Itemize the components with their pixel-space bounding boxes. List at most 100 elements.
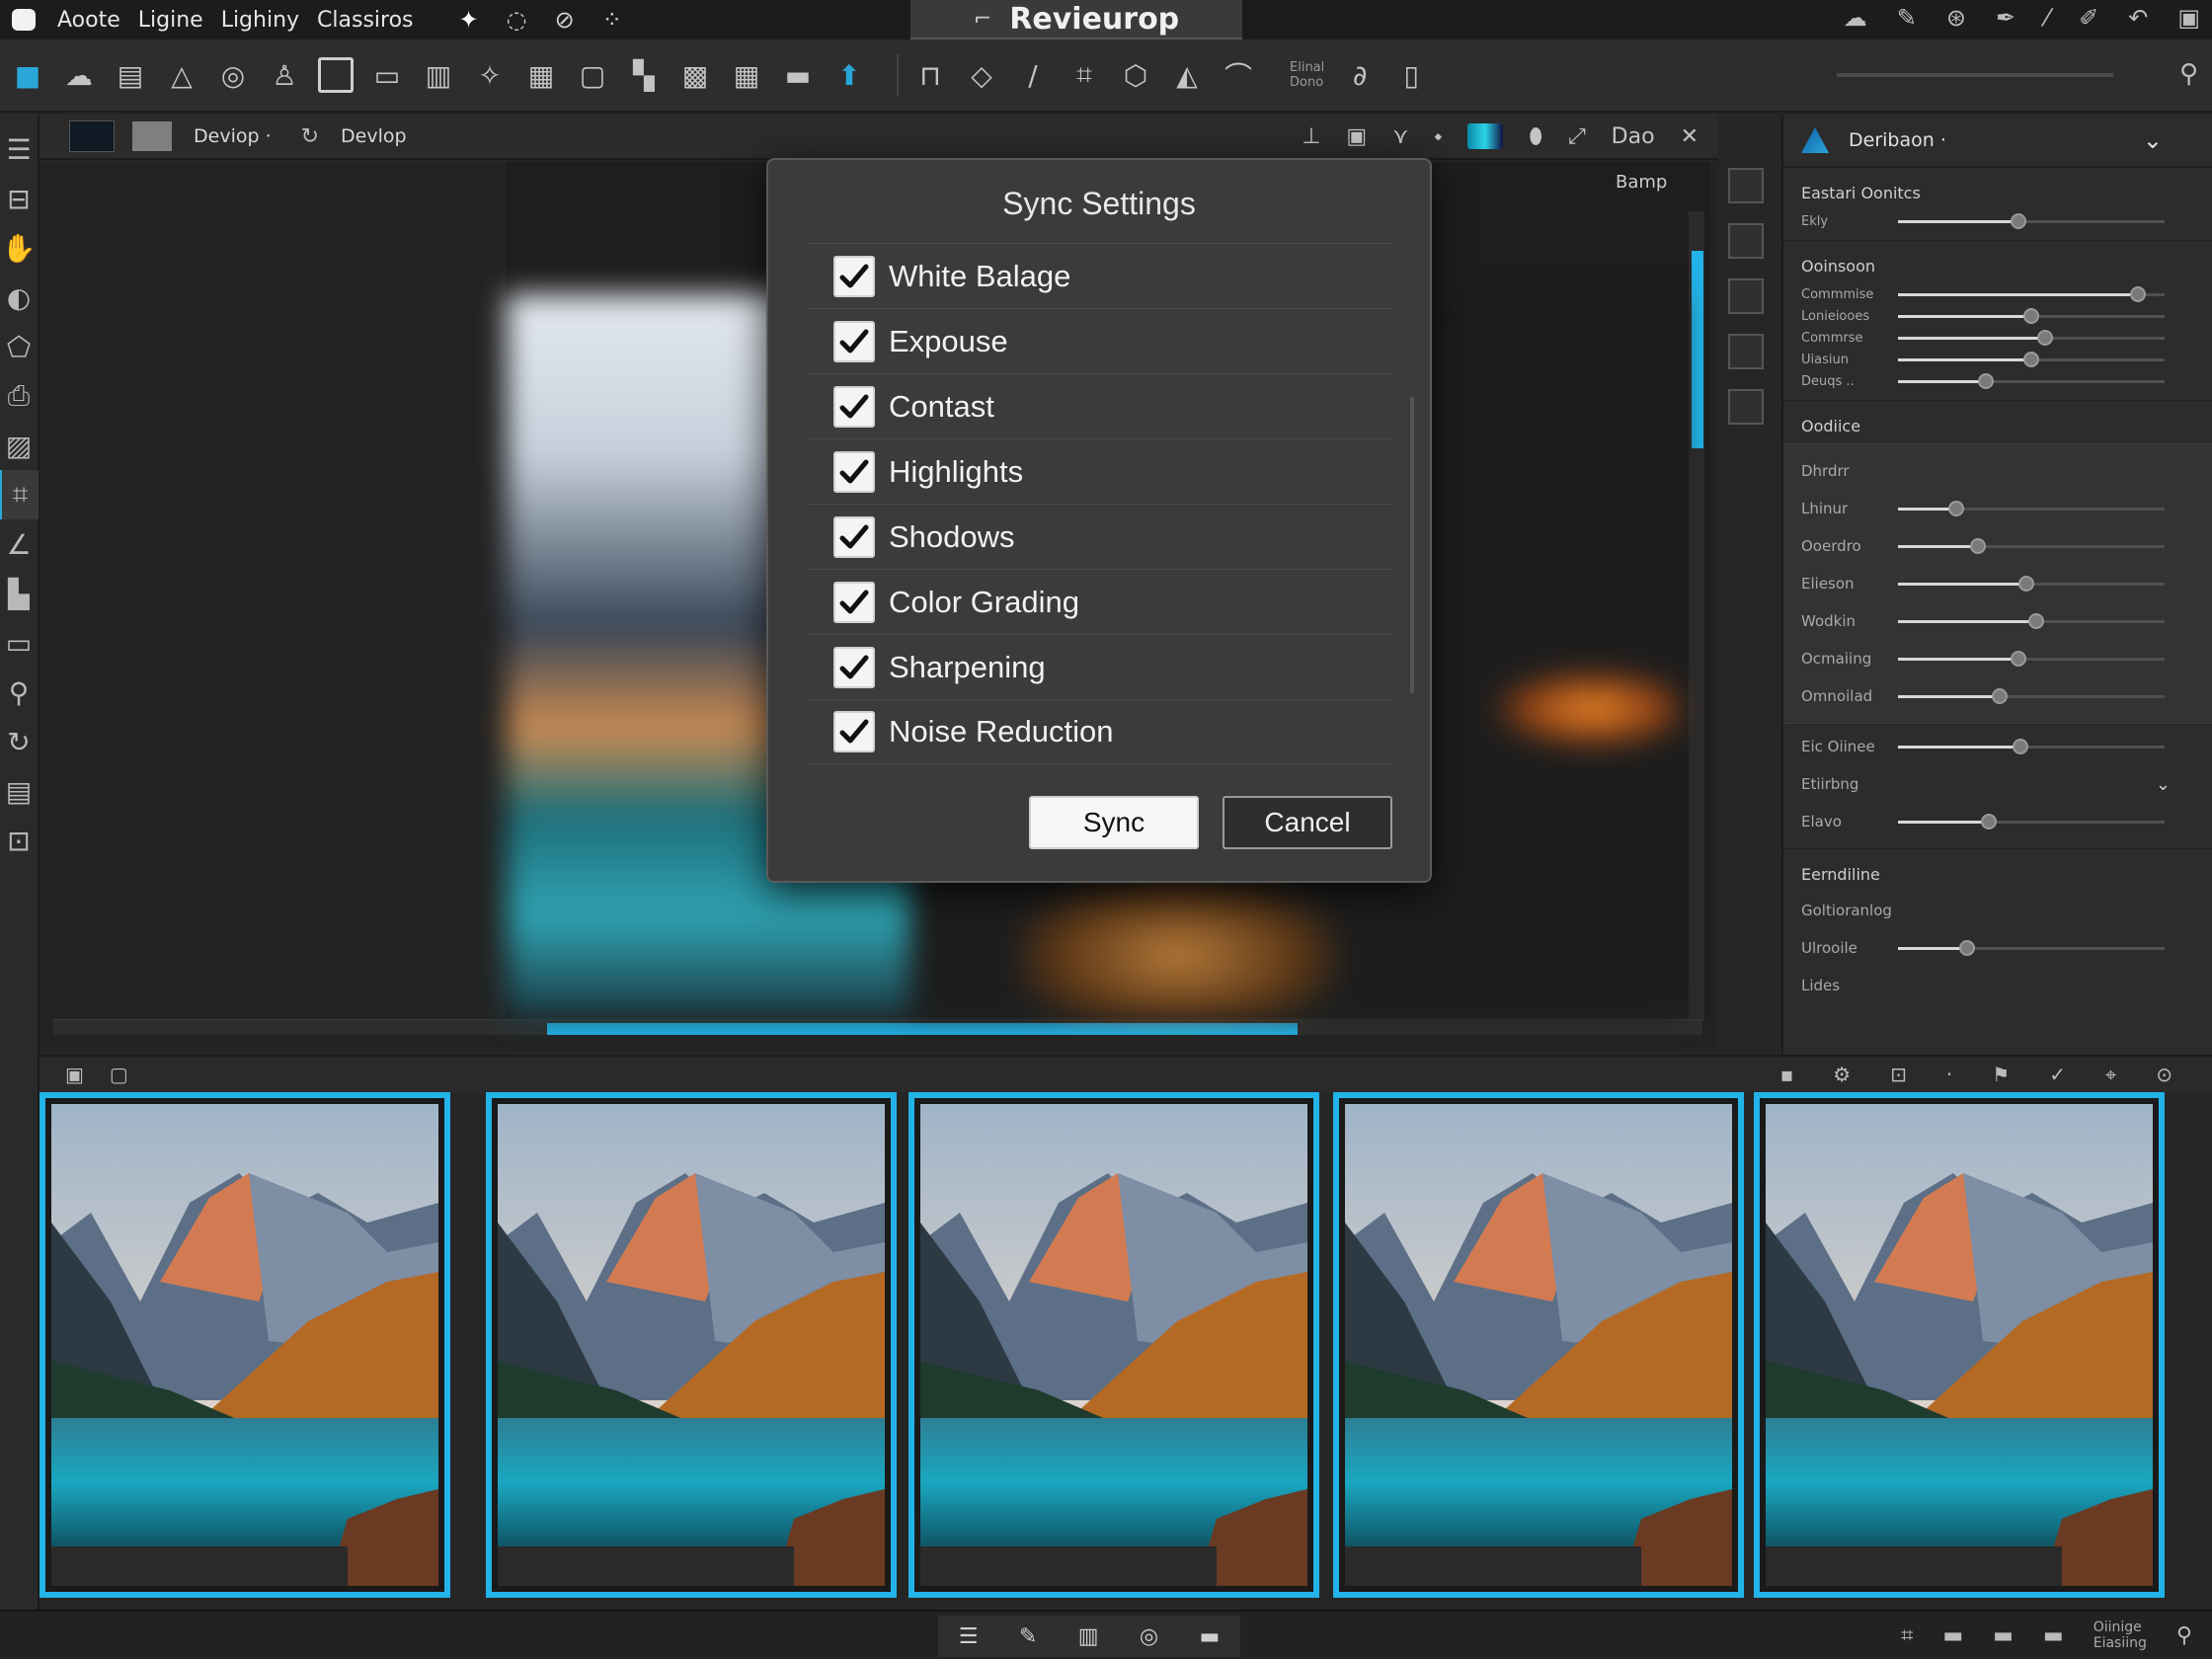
cloud-tool-icon[interactable]: ☁ (61, 57, 97, 93)
section-title[interactable]: Eerndiline (1801, 865, 2194, 884)
lock-icon[interactable]: ⊡ (0, 816, 39, 865)
sync-option[interactable]: Highlights (808, 438, 1392, 504)
windows-icon[interactable]: ■ (10, 57, 45, 93)
slider-track[interactable] (1898, 537, 2165, 554)
upload-icon[interactable]: ⬆ (831, 57, 867, 93)
slider-row[interactable]: Deuqs .. (1801, 370, 2194, 392)
curve-icon[interactable]: ⌒ (1221, 57, 1256, 93)
shield-icon[interactable]: ⬡ (1118, 57, 1153, 93)
target-icon[interactable]: ◎ (1140, 1624, 1158, 1649)
hand-icon[interactable]: ✋ (0, 223, 39, 273)
slider-knob[interactable] (2130, 285, 2146, 302)
history-icon[interactable]: ⊘ (555, 6, 575, 34)
compare-icon[interactable]: ⊡ (1890, 1063, 1907, 1086)
edit-icon[interactable]: ✎ (1019, 1624, 1037, 1649)
slider-knob[interactable] (1959, 939, 1976, 956)
slider-track[interactable] (1898, 372, 2165, 389)
brush-tool-icon[interactable]: ∠ (0, 519, 39, 569)
sync-option[interactable]: White Balage (808, 243, 1392, 308)
checkbox[interactable] (833, 711, 875, 752)
print-icon[interactable]: ⎙ (0, 371, 39, 421)
film-icon[interactable]: ▥ (421, 57, 456, 93)
slider-row[interactable]: Eic Oiinee (1801, 728, 2194, 765)
frame-view-icon[interactable]: ▣ (1346, 124, 1367, 149)
calendar-icon[interactable]: ▦ (729, 57, 764, 93)
rotate-icon[interactable]: ↻ (0, 717, 39, 766)
figure-icon[interactable]: ✧ (472, 57, 508, 93)
slash-icon[interactable]: / (1015, 57, 1051, 93)
slider-track[interactable] (1898, 687, 2165, 704)
horizontal-scroll-thumb[interactable] (547, 1023, 1298, 1035)
frame-tool-icon[interactable]: □ (318, 57, 354, 93)
toolbar-slider[interactable] (1837, 73, 2113, 77)
refresh-icon[interactable]: ↻ (301, 124, 319, 149)
eraser-icon[interactable]: ⬮ (1529, 124, 1542, 149)
section-title[interactable]: Ooinsoon (1801, 257, 2194, 276)
crop-status-icon[interactable]: ⌗ (1901, 1623, 1913, 1648)
slider-knob[interactable] (2023, 307, 2039, 324)
stack-icon[interactable]: ▪ (1780, 1063, 1794, 1086)
more-icon[interactable]: ⁘ (602, 6, 622, 34)
filmstrip-thumbnail[interactable] (1333, 1092, 1744, 1598)
sync-option[interactable]: Noise Reduction (808, 699, 1392, 764)
folder-tool-icon[interactable]: ▭ (0, 618, 39, 668)
checkbox[interactable] (833, 646, 875, 688)
crop-icon[interactable]: ⌗ (1066, 57, 1102, 93)
checkbox[interactable] (833, 255, 875, 297)
chevron-down-icon[interactable]: ⌄ (2143, 126, 2163, 154)
brush-icon[interactable]: ✎ (1897, 4, 1917, 32)
slider-row[interactable]: Ulrooile (1801, 929, 2194, 967)
sync-option[interactable]: Expouse (808, 308, 1392, 373)
slider-row[interactable]: Wodkin (1801, 602, 2194, 640)
slider-knob[interactable] (1980, 813, 1997, 830)
slider-row[interactable]: Omnoilad (1801, 677, 2194, 715)
vertical-scrollbar[interactable] (1689, 211, 1704, 1021)
search-icon[interactable]: ⚲ (0, 668, 39, 717)
slider-track[interactable] (1898, 939, 2165, 956)
slider-knob[interactable] (2010, 212, 2026, 229)
gear-icon[interactable]: ⚙ (1833, 1063, 1851, 1086)
circle-tool-icon[interactable]: ◎ (215, 57, 251, 93)
slider-knob[interactable] (1991, 687, 2008, 704)
side-tab-0[interactable] (1728, 168, 1764, 203)
slider-row[interactable]: Elavo (1801, 803, 2194, 840)
pen-icon[interactable]: ✒ (1996, 4, 2015, 32)
slider-knob[interactable] (1948, 500, 1965, 516)
import-icon[interactable]: ⊟ (0, 174, 39, 223)
section-title[interactable]: Oodiice (1801, 417, 2194, 435)
dialog-scrollbar[interactable] (1410, 397, 1414, 693)
loupe-view-icon[interactable]: ▢ (110, 1063, 128, 1086)
archive-icon[interactable]: ▤ (0, 766, 39, 816)
slider-knob[interactable] (2010, 650, 2026, 667)
chat-icon[interactable]: ▬ (1200, 1624, 1221, 1649)
navigator-thumbnail[interactable] (132, 121, 172, 151)
sync-option[interactable]: Color Grading (808, 569, 1392, 634)
checkbox[interactable] (833, 581, 875, 623)
rectangle-tool-icon[interactable]: ▭ (369, 57, 405, 93)
slider-row[interactable]: Commmise (1801, 283, 2194, 305)
checkbox[interactable] (833, 450, 875, 493)
slider-track[interactable] (1898, 500, 2165, 516)
view-mode-label[interactable]: Dao (1612, 124, 1655, 149)
document-icon[interactable]: ▦ (523, 57, 559, 93)
book-icon[interactable]: ▤ (113, 57, 148, 93)
slider-row[interactable]: Ekly (1801, 210, 2194, 232)
tag-icon[interactable]: ⌖ (2105, 1063, 2116, 1086)
ruler-icon[interactable]: ⊓ (912, 57, 948, 93)
filmstrip-thumbnail[interactable] (486, 1092, 897, 1598)
menu-item-0[interactable]: Aoote (57, 8, 120, 33)
stamp-tool-icon[interactable]: ♙ (267, 57, 302, 93)
person-icon[interactable]: ⚲ (2176, 1623, 2192, 1648)
gradient-icon[interactable]: ◭ (1169, 57, 1205, 93)
filmstrip-thumbnail[interactable] (908, 1092, 1319, 1598)
stamp-icon[interactable]: ⊛ (1946, 4, 1966, 32)
line-icon[interactable]: ⁄ (2045, 4, 2049, 32)
window-icon[interactable]: ▣ (2177, 4, 2200, 32)
sync-button[interactable]: Sync (1029, 796, 1199, 849)
slider-row[interactable]: Lhinur (1801, 490, 2194, 527)
color-swatch-icon[interactable] (1467, 123, 1504, 149)
slider-row[interactable]: Ocmaiing (1801, 640, 2194, 677)
triangle-tool-icon[interactable]: △ (164, 57, 199, 93)
menu-item-3[interactable]: Classiros (317, 8, 413, 33)
slider-track[interactable] (1898, 285, 2165, 302)
